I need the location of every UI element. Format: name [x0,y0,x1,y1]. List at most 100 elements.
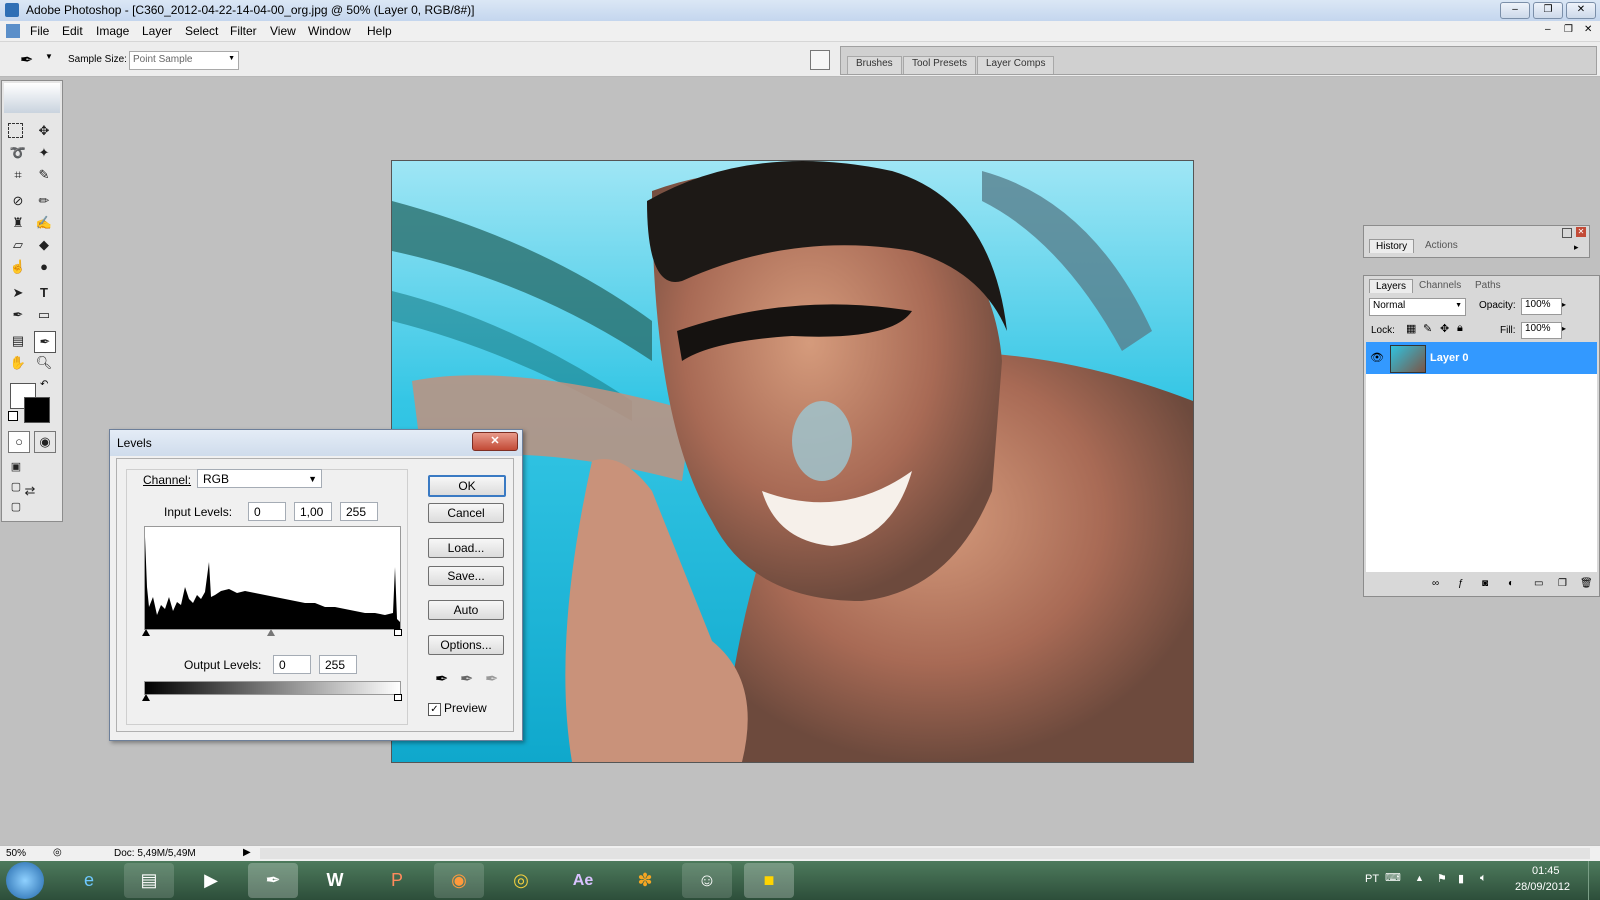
stamp-tool-icon[interactable]: ♜ [8,213,28,233]
chrome-icon[interactable]: ◎ [496,863,546,898]
menu-image[interactable]: Image [96,24,129,38]
ie-icon[interactable]: e [64,863,114,898]
lock-paint-icon[interactable]: ✎ [1423,322,1432,335]
horizontal-scrollbar[interactable] [260,848,1590,859]
fill-field[interactable]: 100% [1521,322,1562,339]
language-indicator[interactable]: PT [1365,873,1379,885]
network-icon[interactable]: ▮ [1458,872,1464,885]
save-button[interactable]: Save... [428,566,504,586]
maximize-button[interactable]: ❐ [1533,2,1563,19]
background-color-swatch[interactable] [24,397,50,423]
status-info-icon[interactable]: ◎ [53,847,62,858]
minimize-button[interactable]: – [1500,2,1530,19]
eraser-tool-icon[interactable]: ▱ [8,235,28,255]
dialog-close-button[interactable]: ✕ [472,432,518,451]
paint-bucket-icon[interactable]: ◆ [34,235,54,255]
input-black-field[interactable]: 0 [248,502,286,521]
windowsmedia-icon[interactable]: ✽ [620,863,670,898]
input-gamma-field[interactable]: 1,00 [294,502,332,521]
slice-tool-icon[interactable]: ✎ [34,165,54,185]
panel-menu-icon[interactable]: ▸ [1574,242,1579,253]
eyedropper-tool-icon[interactable]: ✒ [20,50,33,70]
lock-transparency-icon[interactable]: ▦ [1406,322,1416,335]
output-white-slider[interactable] [394,694,402,701]
marquee-tool-icon[interactable] [8,123,23,138]
load-button[interactable]: Load... [428,538,504,558]
zoom-tool-icon[interactable]: 🔍︎ [34,353,54,373]
healing-brush-icon[interactable]: ⊘ [8,191,28,211]
status-menu-arrow-icon[interactable]: ▶ [243,847,251,858]
smudge-tool-icon[interactable]: ☝ [8,257,28,277]
imageready-icon[interactable]: ⇄ [10,481,50,501]
options-button[interactable]: Options... [428,635,504,655]
word-icon[interactable]: W [310,863,360,898]
menu-edit[interactable]: Edit [62,24,83,38]
menu-select[interactable]: Select [185,24,218,38]
preview-checkbox[interactable]: ✓ [428,703,441,716]
doc-close-button[interactable]: ✕ [1584,24,1592,35]
opacity-field[interactable]: 100% [1521,298,1562,315]
channel-select[interactable]: RGB ▼ [197,469,322,488]
eye-icon[interactable]: 👁︎ [1370,351,1384,364]
link-layers-icon[interactable]: ∞ [1432,578,1439,589]
menu-filter[interactable]: Filter [230,24,257,38]
lock-move-icon[interactable]: ✥ [1440,322,1449,335]
tab-layer-comps[interactable]: Layer Comps [977,56,1055,74]
cancel-button[interactable]: Cancel [428,503,504,523]
standard-mode-icon[interactable]: ○ [8,431,30,453]
new-group-icon[interactable]: ▭ [1534,578,1543,589]
tab-history[interactable]: History [1369,239,1415,253]
layer-name[interactable]: Layer 0 [1430,352,1469,364]
input-white-field[interactable]: 255 [340,502,378,521]
eyedropper-tool-active-icon[interactable]: ✒ [34,331,56,353]
tab-tool-presets[interactable]: Tool Presets [903,56,977,74]
clock-date[interactable]: 28/09/2012 [1515,881,1570,893]
sample-size-select[interactable]: Point Sample ▼ [129,51,239,70]
panel-restore-icon[interactable] [1562,228,1572,238]
input-white-slider[interactable] [394,629,402,636]
media-icon[interactable]: ▶ [186,863,236,898]
blend-mode-select[interactable]: Normal ▼ [1369,298,1466,316]
type-tool-icon[interactable]: T [34,283,54,303]
start-button[interactable] [6,862,44,899]
black-eyedropper-icon[interactable]: ✒ [435,669,448,689]
menu-view[interactable]: View [270,24,296,38]
opacity-arrow-icon[interactable]: ▸ [1562,300,1566,309]
lock-all-icon[interactable]: 🔒︎ [1457,322,1463,335]
photoshop-icon[interactable]: ✒ [248,863,298,898]
tab-channels[interactable]: Channels [1413,279,1467,292]
show-desktop-button[interactable] [1588,861,1600,900]
history-brush-icon[interactable]: ✍ [34,213,54,233]
tab-layers[interactable]: Layers [1369,279,1414,293]
firefox-icon[interactable]: ◉ [434,863,484,898]
volume-icon[interactable]: 🔈︎ [1480,872,1487,885]
clock-time[interactable]: 01:45 [1532,865,1560,877]
palette-well-icon[interactable] [810,50,830,70]
menu-layer[interactable]: Layer [142,24,172,38]
layer-style-icon[interactable]: ƒ [1458,578,1464,589]
output-white-field[interactable]: 255 [319,655,357,674]
powerpoint-icon[interactable]: P [372,863,422,898]
notes-tool-icon[interactable]: ▤ [8,331,28,351]
fill-arrow-icon[interactable]: ▸ [1562,324,1566,333]
layer-row[interactable]: 👁︎ Layer 0 [1366,342,1597,374]
panel-close-icon[interactable]: ✕ [1576,227,1586,237]
crop-tool-icon[interactable]: ⌗ [8,165,28,185]
swap-colors-icon[interactable]: ↶ [40,379,48,390]
menu-file[interactable]: File [30,24,49,38]
layer-mask-icon[interactable]: ◙ [1482,578,1488,589]
paint-icon[interactable]: ■ [744,863,794,898]
hand-tool-icon[interactable]: ✋ [8,353,28,373]
aftereffects-icon[interactable]: Ae [558,863,608,898]
ok-button[interactable]: OK [428,475,506,497]
tool-preset-dropdown-icon[interactable]: ▼ [45,52,53,61]
menu-window[interactable]: Window [308,24,351,38]
auto-button[interactable]: Auto [428,600,504,620]
doc-minimize-button[interactable]: – [1545,24,1551,35]
path-select-icon[interactable]: ➤ [8,283,28,303]
tab-brushes[interactable]: Brushes [847,56,902,74]
lasso-tool-icon[interactable]: ➰ [8,143,28,163]
output-black-slider[interactable] [142,694,150,701]
output-black-field[interactable]: 0 [273,655,311,674]
adjustment-layer-icon[interactable]: ◐ [1508,578,1514,589]
